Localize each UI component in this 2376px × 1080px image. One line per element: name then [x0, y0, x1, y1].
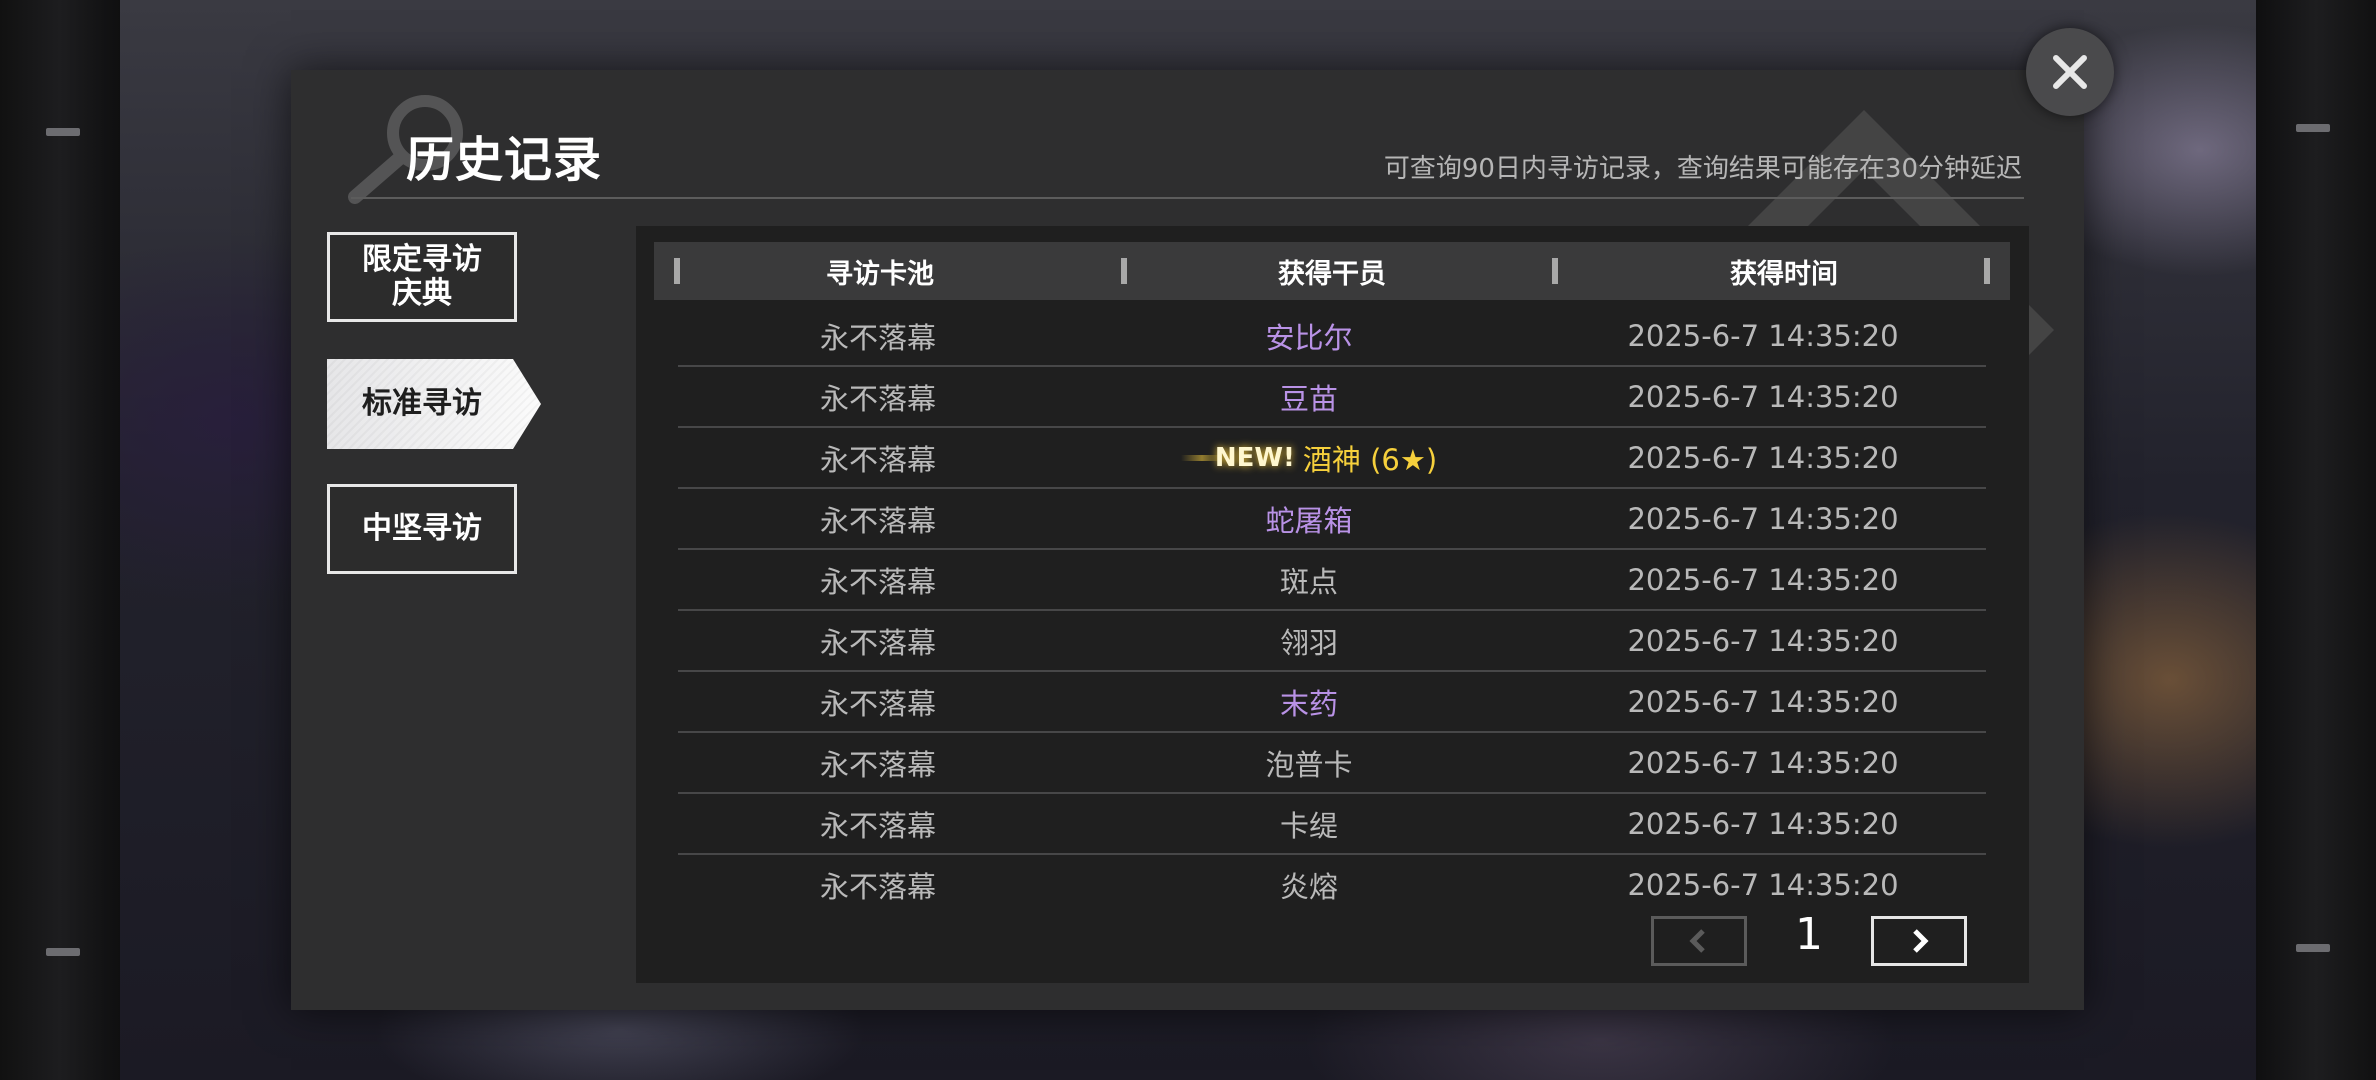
bezel-notch [2296, 944, 2330, 952]
tab-label: 中坚寻访 [362, 511, 482, 546]
pool-cell: 永不落幕 [819, 503, 936, 538]
operator-name: 酒神 (6★) [1302, 442, 1438, 477]
pool-cell: 永不落幕 [819, 686, 936, 721]
operator-cell: NEW! 酒神 (6★) [1078, 437, 1540, 479]
table-row: 永不落幕 末药 2025-6-7 14:35:20 [678, 672, 1986, 733]
table-header: 寻访卡池 获得干员 获得时间 [654, 242, 2010, 300]
tab-standard-headhunting[interactable]: 标准寻访 [327, 359, 541, 449]
chevron-right-icon [1913, 929, 1929, 953]
time-cell: 2025-6-7 14:35:20 [1627, 684, 1899, 719]
prev-page-button[interactable] [1651, 916, 1747, 966]
pool-cell: 永不落幕 [819, 564, 936, 599]
next-page-button[interactable] [1871, 916, 1967, 966]
table-row: 永不落幕 NEW! 酒神 (6★) 2025-6-7 14:35:20 [678, 428, 1986, 489]
bezel-notch [46, 948, 80, 956]
pool-cell: 永不落幕 [819, 869, 936, 904]
page-number: 1 [1795, 909, 1823, 960]
bezel-notch [46, 128, 80, 136]
tab-limited-headhunting[interactable]: 限定寻访 庆典 [327, 232, 517, 322]
right-bezel [2256, 0, 2376, 1080]
chevron-left-icon [1689, 929, 1705, 953]
table-row: 永不落幕 豆苗 2025-6-7 14:35:20 [678, 367, 1986, 428]
table-row: 永不落幕 卡缇 2025-6-7 14:35:20 [678, 794, 1986, 855]
time-cell: 2025-6-7 14:35:20 [1627, 623, 1899, 658]
table-row: 永不落幕 炎熔 2025-6-7 14:35:20 [678, 855, 1986, 914]
table-row: 永不落幕 安比尔 2025-6-7 14:35:20 [678, 306, 1986, 367]
title-divider [351, 197, 2024, 199]
operator-cell: 末药 [1279, 686, 1338, 721]
table-row: 永不落幕 蛇屠箱 2025-6-7 14:35:20 [678, 489, 1986, 550]
time-cell: 2025-6-7 14:35:20 [1627, 379, 1899, 414]
table-row: 永不落幕 斑点 2025-6-7 14:35:20 [678, 550, 1986, 611]
close-button[interactable] [2026, 28, 2114, 116]
history-dialog: 历史记录 可查询90日内寻访记录，查询结果可能存在30分钟延迟 限定寻访 庆典 … [291, 70, 2084, 1010]
time-cell: 2025-6-7 14:35:20 [1627, 806, 1899, 841]
pool-cell: 永不落幕 [819, 747, 936, 782]
close-icon [2053, 55, 2087, 89]
tab-core-headhunting[interactable]: 中坚寻访 [327, 484, 517, 574]
column-header-operator: 获得干员 [1278, 258, 1386, 290]
time-cell: 2025-6-7 14:35:20 [1627, 440, 1899, 475]
time-cell: 2025-6-7 14:35:20 [1627, 318, 1899, 353]
page-title: 历史记录 [406, 132, 603, 188]
operator-cell: 斑点 [1279, 564, 1338, 599]
new-badge: NEW! [1180, 442, 1295, 473]
time-cell: 2025-6-7 14:35:20 [1627, 867, 1899, 902]
column-header-pool: 寻访卡池 [826, 258, 934, 290]
operator-cell: 炎熔 [1279, 869, 1338, 904]
operator-cell: 豆苗 [1279, 381, 1338, 416]
operator-cell: 翎羽 [1279, 625, 1338, 660]
pool-cell: 永不落幕 [819, 442, 936, 477]
time-cell: 2025-6-7 14:35:20 [1627, 562, 1899, 597]
tab-label: 限定寻访 [362, 242, 482, 277]
operator-cell: 泡普卡 [1265, 747, 1353, 782]
table-row: 永不落幕 翎羽 2025-6-7 14:35:20 [678, 611, 1986, 672]
operator-cell: 卡缇 [1279, 808, 1338, 843]
history-table: 寻访卡池 获得干员 获得时间 永不落幕 安比尔 2025-6-7 14:35:2… [636, 226, 2029, 983]
operator-cell: 安比尔 [1265, 320, 1353, 355]
pool-cell: 永不落幕 [819, 381, 936, 416]
table-row: 永不落幕 泡普卡 2025-6-7 14:35:20 [678, 733, 1986, 794]
pool-cell: 永不落幕 [819, 320, 936, 355]
table-body: 永不落幕 安比尔 2025-6-7 14:35:20 永不落幕 豆苗 2025-… [678, 306, 1986, 914]
time-cell: 2025-6-7 14:35:20 [1627, 745, 1899, 780]
left-bezel [0, 0, 120, 1080]
bezel-notch [2296, 124, 2330, 132]
operator-cell: 蛇屠箱 [1265, 503, 1353, 538]
column-header-time: 获得时间 [1730, 258, 1838, 290]
tab-label: 标准寻访 [362, 386, 482, 421]
pool-cell: 永不落幕 [819, 625, 936, 660]
pool-cell: 永不落幕 [819, 808, 936, 843]
time-cell: 2025-6-7 14:35:20 [1627, 501, 1899, 536]
tab-label: 庆典 [392, 276, 452, 311]
query-notice: 可查询90日内寻访记录，查询结果可能存在30分钟延迟 [1383, 154, 2022, 184]
